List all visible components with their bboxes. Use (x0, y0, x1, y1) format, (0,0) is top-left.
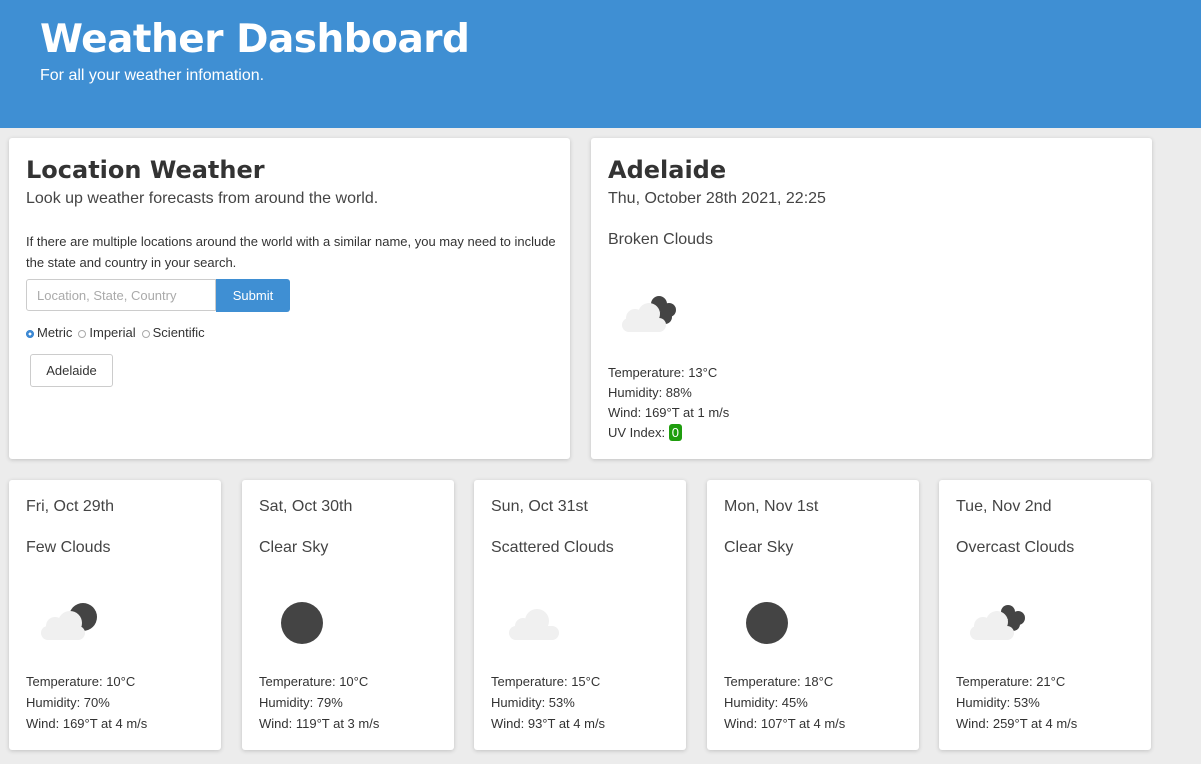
location-card-lead: Look up weather forecasts from around th… (26, 190, 379, 207)
forecast-temperature: Temperature: 10°C (259, 674, 369, 689)
current-weather-card: Adelaide Thu, October 28th 2021, 22:25 B… (591, 138, 1152, 459)
forecast-card: Sat, Oct 30th Clear Sky Temperature: 10°… (242, 480, 454, 750)
location-search-input[interactable] (26, 279, 216, 311)
forecast-wind: Wind: 259°T at 4 m/s (956, 716, 1078, 731)
forecast-stats: Temperature: 15°C Humidity: 53% Wind: 93… (491, 671, 605, 734)
scattered-clouds-icon (507, 602, 577, 652)
forecast-card: Sun, Oct 31st Scattered Clouds Temperatu… (474, 480, 686, 750)
forecast-description: Clear Sky (724, 539, 794, 556)
forecast-date: Tue, Nov 2nd (956, 498, 1052, 515)
location-card-title: Location Weather (26, 156, 265, 184)
current-temperature: Temperature: 13°C (608, 365, 718, 380)
units-radio-label: Imperial (89, 325, 136, 340)
overcast-clouds-icon (967, 600, 1037, 650)
forecast-stats: Temperature: 10°C Humidity: 79% Wind: 11… (259, 671, 379, 734)
uv-index-badge: 0 (668, 424, 682, 441)
forecast-humidity: Humidity: 53% (491, 695, 575, 710)
forecast-stats: Temperature: 21°C Humidity: 53% Wind: 25… (956, 671, 1077, 734)
forecast-description: Overcast Clouds (956, 539, 1075, 556)
forecast-humidity: Humidity: 45% (724, 695, 808, 710)
radio-selected-icon[interactable] (26, 330, 34, 338)
forecast-description: Clear Sky (259, 539, 329, 556)
forecast-description: Few Clouds (26, 539, 111, 556)
forecast-stats: Temperature: 18°C Humidity: 45% Wind: 10… (724, 671, 845, 734)
forecast-temperature: Temperature: 10°C (26, 674, 136, 689)
forecast-wind: Wind: 93°T at 4 m/s (491, 716, 606, 731)
few-clouds-icon (39, 600, 109, 650)
units-radio-group: Metric Imperial Scientific (26, 325, 205, 340)
forecast-card: Tue, Nov 2nd Overcast Clouds Temperature… (939, 480, 1151, 750)
current-wind: Wind: 169°T at 1 m/s (608, 405, 730, 420)
current-city: Adelaide (608, 156, 727, 184)
current-datetime: Thu, October 28th 2021, 22:25 (608, 190, 826, 207)
forecast-card: Mon, Nov 1st Clear Sky Temperature: 18°C… (707, 480, 919, 750)
units-radio-imperial[interactable]: Imperial (78, 325, 136, 340)
forecast-humidity: Humidity: 79% (259, 695, 343, 710)
forecast-wind: Wind: 169°T at 4 m/s (26, 716, 148, 731)
forecast-date: Mon, Nov 1st (724, 498, 819, 515)
submit-button[interactable]: Submit (216, 279, 290, 312)
broken-clouds-icon (619, 292, 689, 337)
forecast-description: Scattered Clouds (491, 539, 614, 556)
location-card-note: If there are multiple locations around t… (26, 234, 556, 270)
current-description: Broken Clouds (608, 231, 713, 248)
page-subtitle: For all your weather infomation. (40, 67, 265, 84)
current-uv-row: UV Index: 0 (608, 423, 729, 443)
page-header: Weather Dashboard For all your weather i… (0, 0, 1201, 128)
forecast-wind: Wind: 119°T at 3 m/s (259, 716, 380, 731)
current-humidity: Humidity: 88% (608, 385, 692, 400)
forecast-temperature: Temperature: 15°C (491, 674, 601, 689)
radio-unselected-icon[interactable] (78, 330, 87, 338)
forecast-stats: Temperature: 10°C Humidity: 70% Wind: 16… (26, 671, 147, 734)
forecast-date: Sun, Oct 31st (491, 498, 588, 515)
units-radio-scientific[interactable]: Scientific (141, 325, 205, 340)
forecast-date: Fri, Oct 29th (26, 498, 115, 515)
units-radio-label: Scientific (152, 325, 205, 340)
current-stats: Temperature: 13°C Humidity: 88% Wind: 16… (608, 363, 729, 443)
forecast-temperature: Temperature: 18°C (724, 674, 834, 689)
location-search-card: Location Weather Look up weather forecas… (9, 138, 570, 459)
page-title: Weather Dashboard (40, 17, 470, 62)
forecast-humidity: Humidity: 70% (26, 695, 110, 710)
forecast-card: Fri, Oct 29th Few Clouds Temperature: 10… (9, 480, 221, 750)
forecast-date: Sat, Oct 30th (259, 498, 353, 515)
radio-unselected-icon[interactable] (141, 330, 150, 338)
forecast-humidity: Humidity: 53% (956, 695, 1040, 710)
clear-sky-icon (277, 600, 347, 650)
forecast-temperature: Temperature: 21°C (956, 674, 1066, 689)
forecast-wind: Wind: 107°T at 4 m/s (724, 716, 846, 731)
units-radio-metric[interactable]: Metric (26, 325, 72, 340)
uv-label: UV Index: (608, 425, 666, 440)
clear-sky-icon (744, 600, 814, 650)
units-radio-label: Metric (37, 325, 73, 340)
history-button-adelaide[interactable]: Adelaide (30, 354, 113, 387)
